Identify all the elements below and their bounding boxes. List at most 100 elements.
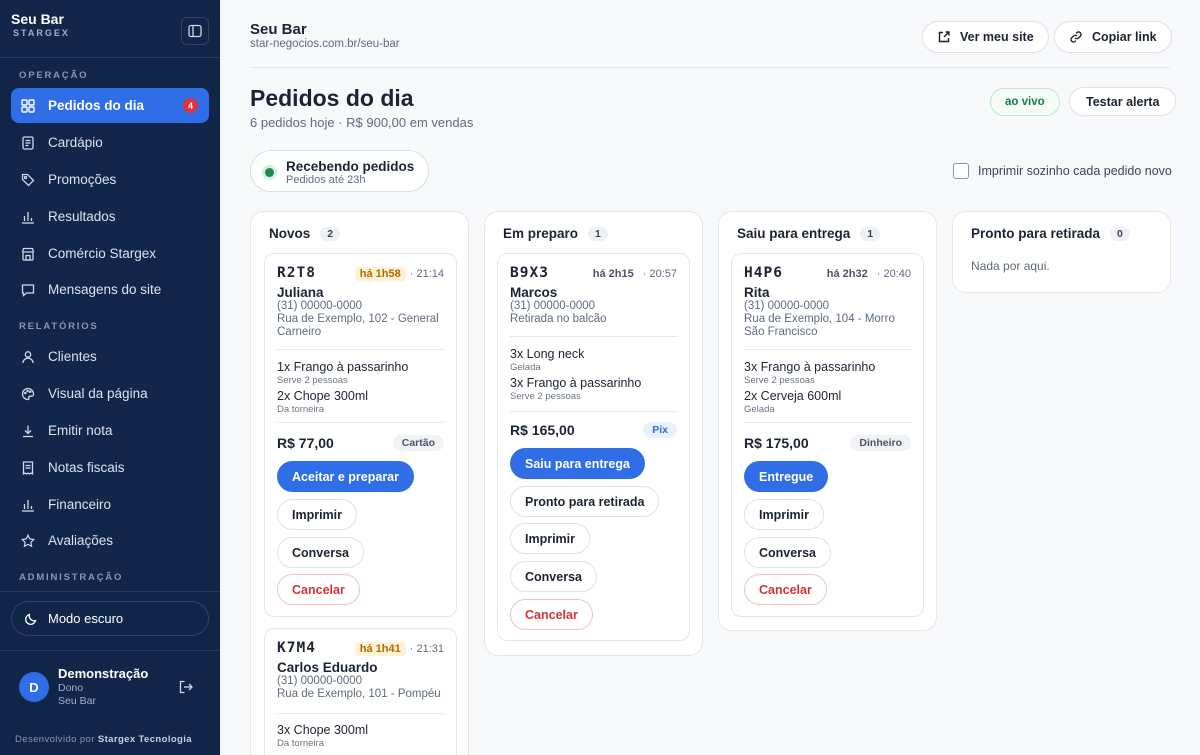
order-total: R$ 165,00	[510, 422, 575, 438]
tag-icon	[20, 172, 36, 188]
delivered-button[interactable]: Entregue	[744, 461, 829, 492]
avatar[interactable]: D	[19, 672, 49, 702]
ready-for-pickup-button[interactable]: Pronto para retirada	[510, 486, 660, 517]
print-button[interactable]: Imprimir	[277, 499, 358, 530]
user-role-label: Dono	[58, 682, 84, 694]
order-card-r2t8[interactable]: R2T8 há 1h58 · 21:14 Juliana (31) 00000-…	[264, 253, 457, 617]
auto-print-checkbox[interactable]	[953, 163, 969, 179]
order-item-note: Serve 2 pessoas	[744, 375, 815, 386]
order-total: R$ 77,00	[277, 435, 334, 451]
sidebar-item-label: Emitir nota	[48, 423, 113, 438]
sidebar-item-promocoes[interactable]: Promoções	[11, 162, 209, 197]
order-card-b9x3[interactable]: B9X3 há 2h15 · 20:57 Marcos (31) 00000-0…	[497, 253, 690, 641]
card-divider	[277, 422, 445, 423]
cancel-button[interactable]: Cancelar	[744, 574, 827, 605]
order-time: · 20:40	[876, 268, 911, 280]
sidebar-divider	[0, 57, 220, 58]
sidebar-item-label: Clientes	[48, 349, 97, 364]
accept-order-button[interactable]: Aceitar e preparar	[277, 461, 415, 492]
print-button[interactable]: Imprimir	[510, 523, 591, 554]
order-age-badge: há 2h15	[592, 268, 634, 280]
column-count-badge: 2	[320, 226, 341, 241]
section-label-operacao: OPERAÇÃO	[19, 70, 89, 81]
copy-link-label: Copiar link	[1092, 30, 1157, 44]
brand[interactable]: Seu Bar STARGEX	[11, 11, 70, 39]
order-age: há 1h41 · 21:31	[354, 642, 444, 656]
cancel-button[interactable]: Cancelar	[277, 574, 360, 605]
sidebar-item-label: Comércio Stargex	[48, 246, 157, 261]
dark-mode-toggle[interactable]: Modo escuro	[11, 601, 209, 636]
column-title: Pronto para retirada	[971, 226, 1101, 241]
sidebar-item-label: Financeiro	[48, 497, 112, 512]
order-time: · 21:14	[409, 268, 444, 280]
logout-button[interactable]	[178, 679, 196, 697]
payment-method-badge: Pix	[643, 422, 677, 438]
store-icon	[20, 246, 36, 262]
order-age: há 2h32 · 20:40	[822, 267, 911, 281]
column-novos: Novos 2 R2T8 há 1h58 · 21:14 Juliana (31…	[250, 211, 469, 755]
sidebar-divider	[0, 591, 220, 592]
out-for-delivery-button[interactable]: Saiu para entrega	[510, 448, 645, 479]
customer-address: Rua de Exemplo, 102 - General Carneiro	[277, 313, 439, 338]
sidebar-item-clientes[interactable]: Clientes	[11, 339, 209, 374]
order-item-name: 1x Frango à passarinho	[277, 360, 409, 374]
chat-button[interactable]: Conversa	[510, 561, 597, 592]
sidebar-item-comercio-stargex[interactable]: Comércio Stargex	[11, 236, 209, 271]
bar-chart-icon	[20, 209, 36, 225]
sidebar-item-label: Notas fiscais	[48, 460, 125, 475]
print-button[interactable]: Imprimir	[744, 499, 825, 530]
order-item-note: Serve 2 pessoas	[510, 391, 581, 402]
sidebar-item-pedidos-do-dia[interactable]: Pedidos do dia 4	[11, 88, 209, 123]
card-divider	[510, 336, 678, 337]
sidebar-toggle-icon	[188, 24, 202, 38]
auto-print-option[interactable]: Imprimir sozinho cada pedido novo	[953, 163, 1172, 179]
header-divider	[250, 67, 1170, 68]
order-item-note: Gelada	[744, 404, 775, 415]
page-subtitle: 6 pedidos hoje · R$ 900,00 em vendas	[250, 115, 474, 130]
order-item-name: 2x Chope 300ml	[277, 389, 369, 403]
footer-brand[interactable]: Stargex Tecnologia	[98, 734, 192, 745]
footer-prefix: Desenvolvido por	[15, 734, 95, 745]
cancel-button[interactable]: Cancelar	[510, 599, 593, 630]
footer-credit: Desenvolvido por Stargex Tecnologia	[15, 734, 192, 745]
dark-mode-label: Modo escuro	[48, 611, 124, 626]
user-name: Demonstração	[58, 666, 149, 681]
sidebar-item-avaliacoes[interactable]: Avaliações	[11, 523, 209, 558]
sidebar-item-financeiro[interactable]: Financeiro	[11, 487, 209, 522]
customer-phone: (31) 00000-0000	[744, 300, 830, 312]
view-site-button[interactable]: Ver meu site	[922, 21, 1049, 53]
sidebar-item-emitir-nota[interactable]: Emitir nota	[11, 413, 209, 448]
sidebar-item-label: Visual da página	[48, 386, 148, 401]
sidebar-item-label: Pedidos do dia	[48, 98, 145, 113]
column-pronto-para-retirada: Pronto para retirada 0 Nada por aqui.	[952, 211, 1171, 293]
column-title: Em preparo	[503, 226, 579, 241]
column-header: Saiu para entrega 1	[737, 226, 881, 241]
sidebar-item-mensagens[interactable]: Mensagens do site	[11, 272, 209, 307]
customer-phone: (31) 00000-0000	[277, 300, 363, 312]
receipt-icon	[20, 460, 36, 476]
sidebar-item-notas-fiscais[interactable]: Notas fiscais	[11, 450, 209, 485]
order-card-k7m4[interactable]: K7M4 há 1h41 · 21:31 Carlos Eduardo (31)…	[264, 628, 457, 755]
test-alert-button[interactable]: Testar alerta	[1069, 87, 1177, 116]
customer-address: Retirada no balcão	[510, 313, 607, 325]
order-card-h4p6[interactable]: H4P6 há 2h32 · 20:40 Rita (31) 00000-000…	[731, 253, 924, 617]
sidebar-item-resultados[interactable]: Resultados	[11, 199, 209, 234]
page-title: Pedidos do dia	[250, 85, 414, 111]
chat-button[interactable]: Conversa	[744, 537, 831, 568]
customer-phone: (31) 00000-0000	[277, 675, 363, 687]
copy-link-button[interactable]: Copiar link	[1054, 21, 1172, 53]
column-header: Pronto para retirada 0	[971, 226, 1130, 241]
receiving-orders-toggle[interactable]: Recebendo pedidos Pedidos até 23h	[250, 150, 429, 192]
column-saiu-para-entrega: Saiu para entrega 1 H4P6 há 2h32 · 20:40…	[718, 211, 937, 631]
customer-phone: (31) 00000-0000	[510, 300, 596, 312]
payment-method-badge: Dinheiro	[850, 435, 911, 451]
collapse-sidebar-button[interactable]	[181, 17, 209, 45]
chat-button[interactable]: Conversa	[277, 537, 364, 568]
order-time: · 20:57	[642, 268, 677, 280]
column-header: Em preparo 1	[503, 226, 608, 241]
sidebar-item-cardapio[interactable]: Cardápio	[11, 125, 209, 160]
view-site-label: Ver meu site	[960, 30, 1034, 44]
order-age-badge: há 1h41	[354, 642, 406, 656]
moon-icon	[25, 613, 37, 625]
sidebar-item-visual-da-pagina[interactable]: Visual da página	[11, 376, 209, 411]
